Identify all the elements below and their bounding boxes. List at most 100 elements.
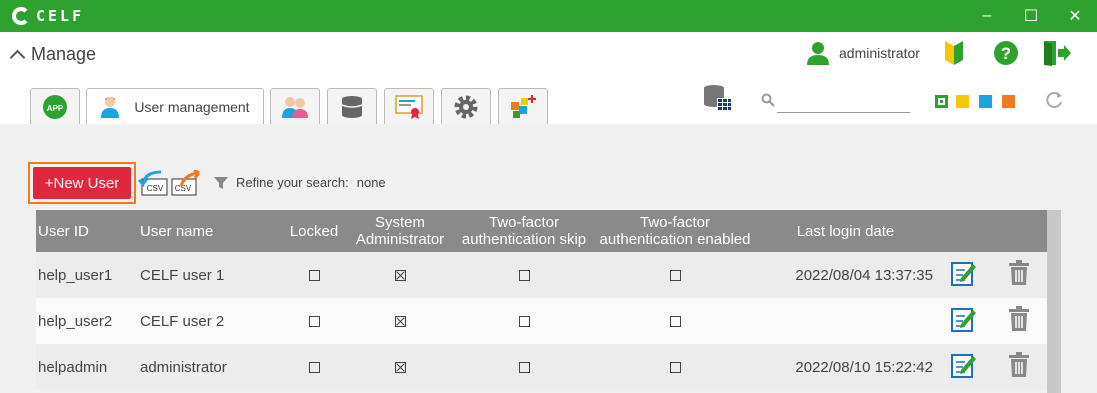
svg-text:CSV: CSV	[175, 184, 192, 193]
theme-orange-swatch[interactable]	[1002, 95, 1015, 108]
tab-app[interactable]: APP	[30, 88, 80, 124]
chevron-up-icon	[9, 49, 26, 66]
last-login-cell: 2022/08/04 13:37:35	[795, 266, 933, 284]
new-user-button[interactable]: +New User	[33, 167, 131, 199]
user-table: User ID User name Locked System Administ…	[36, 210, 1047, 390]
locked-checkbox	[308, 316, 320, 328]
refresh-icon[interactable]	[1044, 90, 1064, 110]
new-user-button-highlight: +New User	[28, 162, 136, 204]
system-admin-cell	[348, 344, 452, 390]
app-title: CELF	[36, 7, 85, 25]
svg-text:APP: APP	[47, 104, 64, 113]
last-login-cell: 2022/08/10 15:22:42	[795, 358, 933, 376]
group-icon	[282, 96, 308, 118]
svg-text:?: ?	[1001, 44, 1011, 63]
col-header-system-administrator[interactable]: System Administrator	[348, 210, 452, 252]
beginner-mark-icon[interactable]	[944, 40, 964, 66]
database-grid-icon[interactable]	[703, 84, 733, 114]
user-id-cell: help_user2	[38, 312, 113, 330]
content-area: +New User CSV CSV Refine your search: no…	[0, 124, 1097, 393]
last-login-cell	[754, 298, 937, 344]
refine-value: none	[356, 175, 386, 190]
theme-yellow-swatch[interactable]	[956, 95, 969, 108]
minimize-button[interactable]: –	[965, 0, 1009, 32]
refine-label: Refine your search:	[236, 175, 349, 190]
help-icon[interactable]: ?	[993, 40, 1019, 66]
user-name-cell: CELF user 2	[140, 312, 225, 330]
col-header-edit	[937, 210, 991, 252]
header-line: authentication skip	[461, 231, 587, 248]
edit-user-button[interactable]	[937, 252, 991, 298]
tfa-enabled-cell	[596, 344, 754, 390]
trash-icon	[1008, 260, 1030, 290]
logo-c-icon	[12, 7, 30, 25]
user-icon	[807, 42, 829, 65]
delete-user-button[interactable]	[991, 252, 1047, 298]
col-header-locked[interactable]: Locked	[280, 210, 348, 252]
header: Manage administrator ? APP User manageme…	[0, 32, 1097, 125]
theme-blue-swatch[interactable]	[979, 95, 992, 108]
tab-settings[interactable]	[441, 88, 491, 124]
app-logo: CELF	[12, 6, 84, 26]
csv-import-icon[interactable]: CSV	[137, 170, 169, 196]
table-row[interactable]: helpadmin administrator 2022/08/10 15:22:4…	[36, 344, 1047, 390]
tab-database[interactable]	[327, 88, 377, 124]
edit-user-button[interactable]	[937, 344, 991, 390]
logout-icon[interactable]	[1042, 39, 1072, 67]
user-name-cell: administrator	[140, 358, 227, 376]
tab-certificate[interactable]	[384, 88, 434, 124]
header-line: authentication enabled	[599, 231, 751, 248]
edit-icon	[951, 352, 977, 382]
col-header-user-id[interactable]: User ID	[36, 210, 138, 252]
tfa-enabled-checkbox	[669, 270, 681, 282]
tfa-skip-checkbox	[518, 362, 530, 374]
close-button[interactable]: ✕	[1053, 0, 1097, 32]
search-icon[interactable]	[761, 93, 775, 107]
blocks-add-icon	[511, 94, 536, 118]
vertical-scrollbar[interactable]	[1047, 210, 1061, 393]
manage-toggle[interactable]: Manage	[9, 44, 96, 66]
trash-icon	[1008, 352, 1030, 382]
table-row[interactable]: help_user2 CELF user 2	[36, 298, 1047, 344]
table-row[interactable]: help_user1 CELF user 1 2022/08/04 13:37:35	[36, 252, 1047, 298]
col-header-user-name[interactable]: User name	[138, 210, 280, 252]
csv-export-icon[interactable]: CSV	[171, 170, 203, 196]
col-header-tfa-enabled[interactable]: Two-factor authentication enabled	[596, 210, 754, 252]
header-line: System	[374, 214, 425, 231]
tfa-enabled-cell	[596, 252, 754, 298]
edit-user-button[interactable]	[937, 298, 991, 344]
tfa-skip-checkbox	[518, 316, 530, 328]
delete-user-button[interactable]	[991, 298, 1047, 344]
system-admin-checkbox	[394, 270, 406, 282]
user-id-cell: helpadmin	[38, 358, 108, 376]
locked-cell	[280, 298, 348, 344]
current-user-name: administrator	[839, 45, 920, 61]
system-admin-cell	[348, 252, 452, 298]
search-input[interactable]	[777, 112, 910, 113]
tab-groups[interactable]	[270, 88, 320, 124]
edit-icon	[951, 306, 977, 336]
maximize-button[interactable]: ☐	[1009, 0, 1053, 32]
user-info[interactable]: administrator	[805, 40, 920, 66]
col-header-last-login[interactable]: Last login date	[754, 210, 937, 252]
certificate-icon	[395, 94, 423, 119]
user-icon	[101, 97, 120, 118]
tfa-enabled-checkbox	[669, 316, 681, 328]
user-name-cell: CELF user 1	[140, 266, 225, 284]
theme-green-swatch[interactable]	[935, 95, 948, 108]
tab-label: User management	[134, 99, 250, 115]
tab-extensions[interactable]	[498, 88, 548, 124]
system-admin-checkbox	[394, 316, 406, 328]
tfa-skip-cell	[452, 298, 596, 344]
refine-search[interactable]: Refine your search: none	[214, 175, 386, 190]
user-id-cell: help_user1	[38, 266, 113, 284]
col-header-tfa-skip[interactable]: Two-factor authentication skip	[452, 210, 596, 252]
tab-user-management[interactable]: User management	[86, 88, 264, 125]
locked-checkbox	[308, 270, 320, 282]
delete-user-button[interactable]	[991, 344, 1047, 390]
locked-cell	[280, 252, 348, 298]
tfa-enabled-checkbox	[669, 362, 681, 374]
gear-icon	[454, 95, 478, 118]
filter-icon	[214, 176, 228, 189]
tfa-skip-checkbox	[518, 270, 530, 282]
